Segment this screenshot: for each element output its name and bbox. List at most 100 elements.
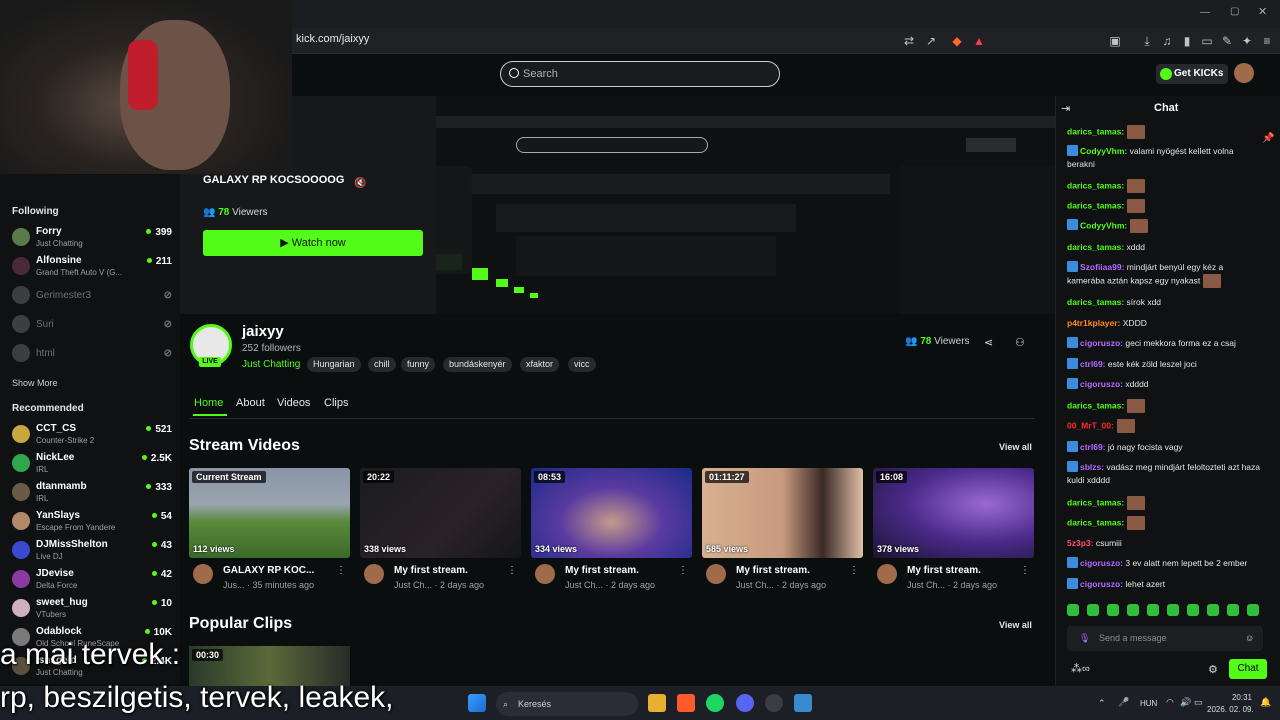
chat-username[interactable]: cigoruszo: [1080, 338, 1123, 348]
notification-icon[interactable]: 🔔 [1260, 697, 1271, 708]
chat-username[interactable]: CodyyVhm: [1080, 146, 1127, 156]
clock-time[interactable]: 20:31 [1222, 693, 1252, 702]
avatar[interactable] [706, 564, 726, 584]
video-title[interactable]: My first stream. [736, 565, 836, 576]
tab-about[interactable]: About [236, 397, 265, 409]
chat-username[interactable]: 00_MrT_00: [1067, 420, 1114, 430]
extensions-icon[interactable]: ✎ [1218, 32, 1236, 50]
minimize-icon[interactable]: — [1200, 7, 1210, 18]
sidebar-item-html[interactable]: html ⊘ [12, 340, 172, 368]
chat-actions-icon[interactable]: ⁂∞ [1071, 662, 1090, 675]
tag-vicc[interactable]: vicc [568, 357, 596, 372]
emote-icon[interactable] [1107, 604, 1119, 616]
sidebar-toggle-icon[interactable]: ▣ [1106, 32, 1124, 50]
get-kicks-button[interactable]: Get KICKs [1156, 64, 1228, 84]
emote-icon[interactable] [1187, 604, 1199, 616]
emote-icon[interactable] [1067, 604, 1079, 616]
chat-username[interactable]: p4tr1kplayer: [1067, 318, 1120, 328]
tag-bundaskenyer[interactable]: bundáskenyér [443, 357, 512, 372]
wifi-icon[interactable]: ◠ [1166, 697, 1174, 708]
video-title[interactable]: My first stream. [565, 565, 665, 576]
sidebar-item-cct-cs[interactable]: CCT_CS Counter-Strike 2 521 [12, 421, 172, 449]
chat-username[interactable]: darics_tamas: [1067, 180, 1124, 190]
wallet-icon[interactable]: ▭ [1198, 32, 1216, 50]
clock-date[interactable]: 2026. 02. 09. [1207, 705, 1254, 714]
chat-username[interactable]: darics_tamas: [1067, 242, 1124, 252]
channel-category[interactable]: Just Chatting [242, 359, 300, 370]
video-title[interactable]: GALAXY RP KOC... [223, 565, 323, 576]
mute-icon[interactable]: 🔇 [354, 178, 366, 189]
video-card-thumbnail[interactable]: 01:11:27 585 views [702, 468, 863, 558]
file-explorer-icon[interactable] [648, 694, 666, 712]
menu-icon[interactable]: ≡ [1258, 32, 1276, 50]
chat-username[interactable]: cigoruszo: [1080, 379, 1123, 389]
emote-icon[interactable] [1227, 604, 1239, 616]
sidebar-item-sweet-hug[interactable]: sweet_hug VTubers 10 [12, 595, 172, 623]
chat-username[interactable]: 5z3p3: [1067, 538, 1093, 548]
chat-username[interactable]: darics_tamas: [1067, 297, 1124, 307]
sidebar-item-suri[interactable]: Suri ⊘ [12, 311, 172, 339]
photos-icon[interactable] [794, 694, 812, 712]
show-more-link[interactable]: Show More [12, 378, 58, 388]
avatar[interactable] [877, 564, 897, 584]
more-options-icon[interactable]: ⋮ [1020, 565, 1030, 576]
chat-username[interactable]: sblzs: [1080, 462, 1104, 472]
tag-hungarian[interactable]: Hungarian [307, 357, 361, 372]
more-options-icon[interactable]: ⋮ [336, 565, 346, 576]
obs-icon[interactable] [765, 694, 783, 712]
discord-icon[interactable] [736, 694, 754, 712]
share-icon[interactable]: ⋖ [984, 336, 993, 349]
tab-videos[interactable]: Videos [277, 397, 310, 409]
download-icon[interactable]: ⤓ [1138, 32, 1156, 50]
spotify-icon[interactable] [706, 694, 724, 712]
video-card-thumbnail[interactable]: 08:53 334 views [531, 468, 692, 558]
chat-username[interactable]: darics_tamas: [1067, 200, 1124, 210]
video-card-thumbnail[interactable]: Current Stream 112 views [189, 468, 350, 558]
user-avatar[interactable] [1234, 63, 1254, 83]
chat-username[interactable]: ctrl69: [1080, 442, 1106, 452]
chat-username[interactable]: cigoruszo: [1080, 579, 1123, 589]
more-options-icon[interactable]: ⋮ [678, 565, 688, 576]
follow-user-icon[interactable]: ⚇ [1015, 336, 1025, 349]
maximize-icon[interactable]: ▢ [1230, 6, 1239, 17]
emote-icon[interactable] [1147, 604, 1159, 616]
avatar[interactable] [193, 564, 213, 584]
chat-username[interactable]: CodyyVhm: [1080, 220, 1127, 230]
video-card-thumbnail[interactable]: 16:08 378 views [873, 468, 1034, 558]
language-indicator[interactable]: HUN [1140, 699, 1157, 708]
tab-clips[interactable]: Clips [324, 397, 348, 409]
chat-username[interactable]: cigoruszo: [1080, 558, 1123, 568]
tag-xfaktor[interactable]: xfaktor [520, 357, 560, 372]
chat-message-input[interactable]: 🎙 Send a message ☺ [1067, 626, 1263, 651]
collapse-chat-icon[interactable]: ⇥ [1061, 102, 1070, 115]
battery-icon[interactable]: ▭ [1194, 697, 1203, 708]
search-input[interactable]: Search [500, 61, 780, 87]
tag-chill[interactable]: chill [368, 357, 396, 372]
chat-username[interactable]: Szofiiaa99: [1080, 262, 1124, 272]
chevron-up-icon[interactable]: ⌃ [1098, 698, 1106, 709]
video-title[interactable]: My first stream. [394, 565, 494, 576]
emote-icon[interactable] [1127, 604, 1139, 616]
chat-username[interactable]: darics_tamas: [1067, 126, 1124, 136]
sidebar-item-yanslays[interactable]: YanSlays Escape From Yandere 54 [12, 508, 172, 536]
brave-icon[interactable] [677, 694, 695, 712]
sidebar-item-dtanmamb[interactable]: dtanmamb IRL 333 [12, 479, 172, 507]
video-card-thumbnail[interactable]: 20:22 338 views [360, 468, 521, 558]
sidebar-item-djmissshelton[interactable]: DJMissShelton Live DJ 43 [12, 537, 172, 565]
panel-icon[interactable]: ▮ [1178, 32, 1196, 50]
sidebar-item-alfonsine[interactable]: Alfonsine Grand Theft Auto V (G... 211 [12, 253, 172, 281]
chat-username[interactable]: darics_tamas: [1067, 497, 1124, 507]
chat-username[interactable]: darics_tamas: [1067, 400, 1124, 410]
emote-icon[interactable] [1207, 604, 1219, 616]
chat-username[interactable]: ctrl69: [1080, 359, 1106, 369]
taskbar-search[interactable]: ⌕ Keresés [496, 692, 638, 716]
sidebar-item-nicklee[interactable]: NickLee IRL 2.5K [12, 450, 172, 478]
microphone-icon[interactable]: 🎤 [1118, 697, 1129, 708]
url-text[interactable]: kick.com/jaixyy [296, 33, 369, 45]
emote-icon[interactable] [1247, 604, 1259, 616]
music-icon[interactable]: ♫ [1158, 32, 1176, 50]
emote-icon[interactable] [1167, 604, 1179, 616]
volume-icon[interactable]: 🔊 [1180, 697, 1191, 708]
chat-settings-icon[interactable]: ⚙ [1208, 663, 1218, 676]
tag-funny[interactable]: funny [401, 357, 436, 372]
